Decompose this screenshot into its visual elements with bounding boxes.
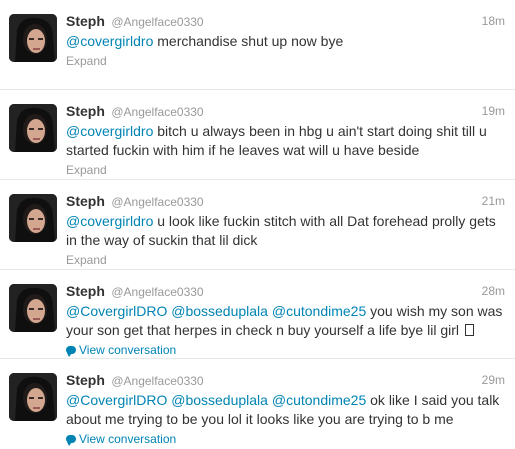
tweet-timestamp[interactable]: 21m <box>482 191 505 211</box>
unknown-glyph-icon <box>464 324 474 336</box>
avatar[interactable] <box>9 373 57 421</box>
tweet-item[interactable]: Steph @Angelface0330 19m @covergirldro b… <box>0 90 515 180</box>
mention-link[interactable]: @covergirldro <box>66 213 153 229</box>
mention-link[interactable]: @CovergirlDRO <box>66 392 167 408</box>
tweet-fullname[interactable]: Steph <box>66 372 105 388</box>
tweet-timestamp[interactable]: 29m <box>482 370 505 390</box>
tweet-username[interactable]: @Angelface0330 <box>111 195 203 209</box>
avatar[interactable] <box>9 104 57 152</box>
tweet-item[interactable]: Steph @Angelface0330 21m @covergirldro u… <box>0 180 515 270</box>
tweet-username[interactable]: @Angelface0330 <box>111 15 203 29</box>
tweet-text: @CovergirlDRO @bosseduplala @cutondime25… <box>66 391 505 429</box>
mention-link[interactable]: @covergirldro <box>66 33 153 49</box>
mention-link[interactable]: @CovergirlDRO <box>66 303 167 319</box>
expand-link[interactable]: Expand <box>66 54 107 68</box>
tweet-item[interactable]: Steph @Angelface0330 29m @CovergirlDRO @… <box>0 359 515 448</box>
tweet-body: merchandise shut up now bye <box>153 33 344 49</box>
expand-link[interactable]: Expand <box>66 253 107 267</box>
tweet-fullname[interactable]: Steph <box>66 193 105 209</box>
view-conversation-link[interactable]: View conversation <box>79 343 176 357</box>
mention-link[interactable]: @cutondime25 <box>272 392 366 408</box>
speech-bubble-icon <box>66 346 76 357</box>
tweet-text: @CovergirlDRO @bosseduplala @cutondime25… <box>66 302 505 340</box>
tweet-timestamp[interactable]: 19m <box>482 101 505 121</box>
avatar[interactable] <box>9 14 57 62</box>
avatar[interactable] <box>9 284 57 332</box>
tweet-username[interactable]: @Angelface0330 <box>111 105 203 119</box>
tweet-text: @covergirldro u look like fuckin stitch … <box>66 212 505 250</box>
mention-link[interactable]: @cutondime25 <box>272 303 366 319</box>
tweet-timestamp[interactable]: 28m <box>482 281 505 301</box>
tweet-fullname[interactable]: Steph <box>66 103 105 119</box>
tweet-username[interactable]: @Angelface0330 <box>111 374 203 388</box>
tweet-username[interactable]: @Angelface0330 <box>111 285 203 299</box>
tweet-timestamp[interactable]: 18m <box>482 11 505 31</box>
tweet-text: @covergirldro bitch u always been in hbg… <box>66 122 505 160</box>
tweet-text: @covergirldro merchandise shut up now by… <box>66 32 505 51</box>
tweet-item[interactable]: Steph @Angelface0330 28m @CovergirlDRO @… <box>0 270 515 359</box>
speech-bubble-icon <box>66 435 76 446</box>
expand-link[interactable]: Expand <box>66 163 107 177</box>
tweet-item[interactable]: Steph @Angelface0330 18m @covergirldro m… <box>0 0 515 90</box>
tweet-fullname[interactable]: Steph <box>66 13 105 29</box>
mention-link[interactable]: @covergirldro <box>66 123 153 139</box>
view-conversation-link[interactable]: View conversation <box>79 432 176 446</box>
tweet-fullname[interactable]: Steph <box>66 283 105 299</box>
mention-link[interactable]: @bosseduplala <box>171 392 268 408</box>
tweet-timeline: Steph @Angelface0330 18m @covergirldro m… <box>0 0 515 448</box>
avatar[interactable] <box>9 194 57 242</box>
mention-link[interactable]: @bosseduplala <box>171 303 268 319</box>
